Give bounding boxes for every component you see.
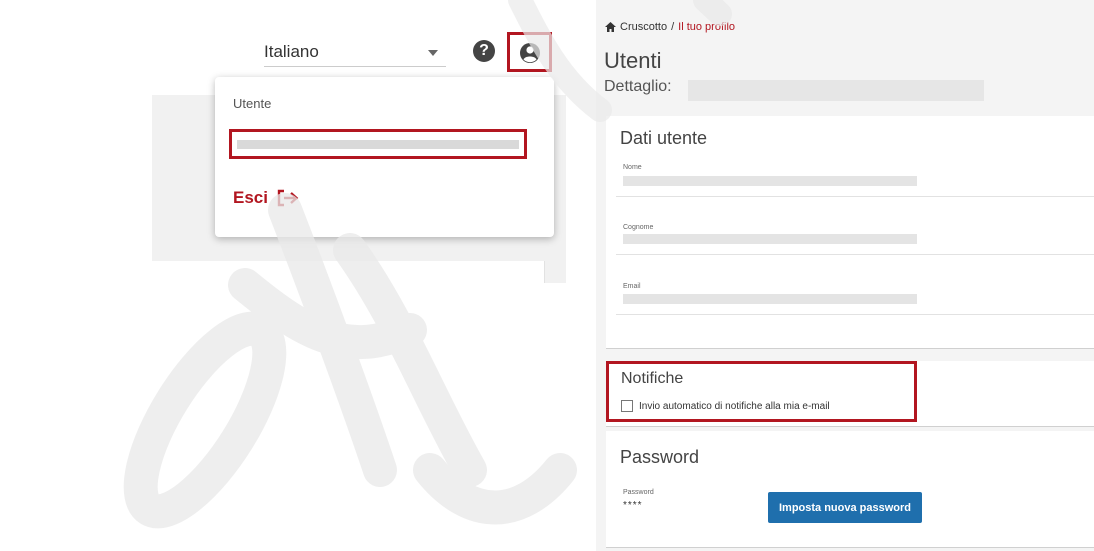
caret-down-icon [428,50,438,56]
content-card-edge [152,261,544,283]
field-value-cognome [623,234,917,244]
username-redaction [237,140,519,149]
language-select-value: Italiano [264,42,319,61]
password-field-label: Password [623,489,654,496]
field-label-nome: Nome [623,164,642,171]
page-subtitle: Dettaglio: [604,78,672,95]
home-icon[interactable] [605,22,616,32]
field-value-email [623,294,917,304]
logout-link[interactable]: Esci [233,188,300,208]
logout-label: Esci [233,188,268,207]
set-new-password-button[interactable]: Imposta nuova password [768,492,922,523]
user-menu-username [229,129,527,159]
notifications-highlight: Notifiche Invio automatico di notifiche … [606,361,917,422]
breadcrumb: Cruscotto / Il tuo profilo [605,21,735,33]
user-circle-icon [520,43,540,63]
page-title: Utenti [604,48,662,73]
field-divider [616,254,1094,255]
breadcrumb-home[interactable]: Cruscotto [620,21,667,33]
language-select[interactable]: Italiano [264,38,446,67]
field-divider [616,196,1094,197]
user-data-card: Dati utente Nome Cognome Email [606,116,1094,349]
user-menu-dropdown: Utente Esci [215,77,554,237]
user-account-button[interactable] [507,32,552,72]
password-card: Password Password **** Imposta nuova pas… [606,431,1094,548]
auto-notify-option[interactable]: Invio automatico di notifiche alla mia e… [621,400,830,412]
help-icon[interactable]: ? [473,40,495,62]
notifications-title: Notifiche [621,370,684,387]
breadcrumb-separator: / [671,21,675,33]
breadcrumb-current[interactable]: Il tuo profilo [678,21,735,33]
field-label-cognome: Cognome [623,224,654,231]
password-title: Password [620,447,700,467]
user-menu-title: Utente [233,96,272,111]
auto-notify-checkbox[interactable] [621,400,633,412]
field-label-email: Email [623,283,641,290]
logout-icon [277,189,299,207]
field-value-nome [623,176,917,186]
detail-redaction [688,80,984,101]
field-divider [616,314,1094,315]
user-data-title: Dati utente [620,128,708,148]
auto-notify-label: Invio automatico di notifiche alla mia e… [639,400,830,412]
password-value: **** [623,500,643,511]
